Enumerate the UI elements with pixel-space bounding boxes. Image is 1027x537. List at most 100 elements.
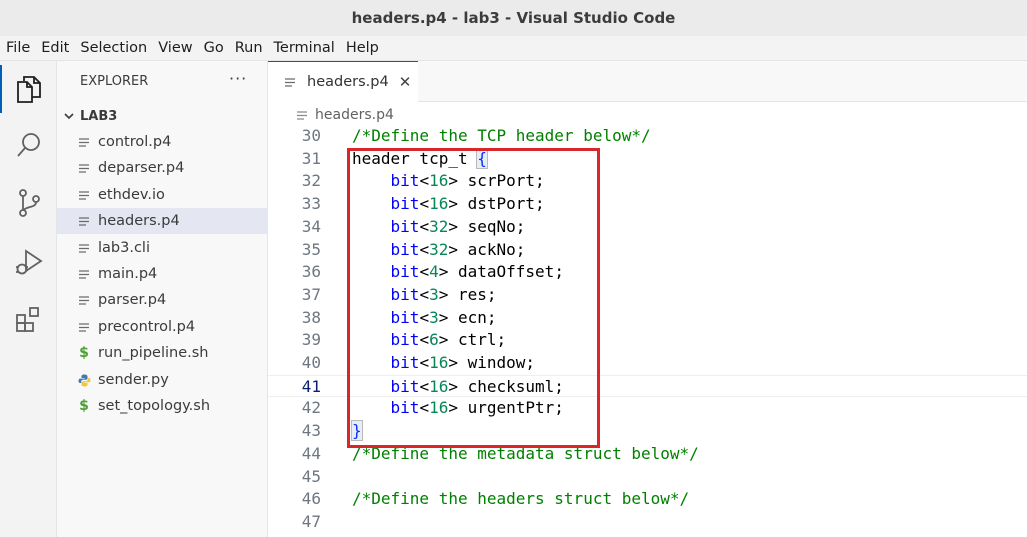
code-line[interactable]: 39 bit<6> ctrl; [268,329,1027,352]
code-token: 16 [429,376,449,396]
python-icon [77,367,91,393]
code-token: bit [390,216,420,236]
code-line[interactable]: 30 /*Define the TCP header below*/ [268,125,1027,148]
source-control-icon[interactable] [0,175,57,231]
tab-label: headers.p4 [307,74,389,90]
file-name: deparser.p4 [98,160,185,176]
file-name: lab3.cli [98,240,150,256]
code-line[interactable]: 41 bit<16> checksuml; [268,374,1027,398]
file-item-lab3-cli[interactable]: lab3.cli [57,235,268,261]
file-item-deparser[interactable]: deparser.p4 [57,155,268,181]
code-line[interactable]: 31 header tcp_t { [268,147,1027,171]
code-token: 16 [429,194,449,214]
code-token: { [476,147,488,169]
menu-help[interactable]: Help [340,40,384,56]
activity-bar [0,61,57,537]
file-name: headers.p4 [98,213,180,229]
code-line[interactable]: 44 /*Define the metadata struct below*/ [268,443,1027,466]
code-token: > seqNo; [448,216,526,236]
breadcrumb-file[interactable]: headers.p4 [315,107,394,123]
explorer-sidebar: EXPLORER ··· LAB3 control.p4 deparser.p4… [57,61,268,537]
file-item-control[interactable]: control.p4 [57,129,268,155]
file-item-sender[interactable]: sender.py [57,367,268,393]
file-name: control.p4 [98,134,172,150]
more-actions-icon[interactable]: ··· [229,69,247,88]
code-line[interactable]: 47 [268,511,1027,534]
line-number: 33 [301,194,321,214]
menu-selection[interactable]: Selection [74,40,152,56]
file-item-set-topology[interactable]: $ set_topology.sh [57,393,268,419]
file-item-run-pipeline[interactable]: $ run_pipeline.sh [57,340,268,366]
line-number: 47 [301,511,321,531]
code-line[interactable]: 32 bit<16> scrPort; [268,170,1027,193]
code-token: 16 [429,171,449,191]
menu-run[interactable]: Run [229,40,268,56]
file-lines-icon [297,110,309,120]
files-icon[interactable] [0,61,57,117]
run-debug-icon[interactable] [0,234,57,290]
code-line[interactable]: 42 bit<16> urgentPtr; [268,397,1027,420]
file-name: main.p4 [98,266,158,282]
code-token: 4 [429,262,439,282]
code-token: > window; [448,353,536,372]
code-token: < [419,194,430,214]
file-item-main[interactable]: main.p4 [57,261,268,287]
code-token: > dstPort; [448,194,545,214]
file-item-parser[interactable]: parser.p4 [57,287,268,313]
code-token: bit [390,398,420,418]
file-item-precontrol[interactable]: precontrol.p4 [57,314,268,340]
code-line[interactable]: 33 bit<16> dstPort; [268,193,1027,216]
folder-label: LAB3 [80,108,118,124]
code-token: bit [390,194,420,214]
line-number: 34 [301,216,321,236]
code-line[interactable]: 36 bit<4> dataOffset; [268,261,1027,284]
code-line[interactable]: 43} [268,420,1027,443]
menu-edit[interactable]: Edit [35,40,74,56]
file-lines-icon [77,129,91,155]
code-line[interactable]: 46 /*Define the headers struct below*/ [268,488,1027,511]
search-icon[interactable] [0,117,57,173]
menu-file[interactable]: File [0,40,35,56]
close-icon[interactable]: ✕ [399,73,412,91]
code-token: 32 [429,216,449,236]
menu-terminal[interactable]: Terminal [268,40,340,56]
code-text: bit<3> res; [352,284,497,307]
code-token: bit [390,376,420,396]
file-lines-icon [77,261,91,287]
file-item-headers[interactable]: headers.p4 [57,208,268,234]
code-token: < [419,376,430,396]
code-token: bit [390,262,420,282]
code-line[interactable]: 35 bit<32> ackNo; [268,239,1027,262]
file-name: set_topology.sh [98,398,211,414]
code-token: /*Define the metadata struct below*/ [352,443,699,463]
window-title: headers.p4 - lab3 - Visual Studio Code [351,9,676,27]
code-line[interactable]: 34 bit<32> seqNo; [268,216,1027,239]
menu-view[interactable]: View [152,40,197,56]
code-token: bit [390,171,420,191]
extensions-icon[interactable] [0,292,57,348]
code-text: /*Define the TCP header below*/ [352,125,651,148]
breadcrumb: headers.p4 [268,103,1027,127]
menu-go[interactable]: Go [198,40,229,56]
code-line[interactable]: 40 bit<16> window; [268,352,1027,375]
line-number: 35 [301,239,321,259]
code-line[interactable]: 38 bit<3> ecn; [268,307,1027,330]
code-line[interactable]: 45 [268,466,1027,489]
code-token: /*Define the headers struct below*/ [352,489,690,509]
line-number: 39 [301,330,321,350]
code-token: /*Define the TCP header below*/ [352,126,651,145]
code-line[interactable]: 37 bit<3> res; [268,284,1027,307]
code-text: /*Define the metadata struct below*/ [352,443,699,466]
line-number: 46 [301,489,321,509]
code-token: < [419,216,430,236]
folder-lab3[interactable]: LAB3 [57,105,268,127]
code-token: > ctrl; [438,330,507,350]
code-editor[interactable]: 30 /*Define the TCP header below*/ 31 heade… [268,125,1027,537]
tab-headers-p4[interactable]: headers.p4 ✕ [268,61,418,102]
code-text: bit<4> dataOffset; [352,261,564,284]
code-token: 16 [429,398,449,418]
code-token: bit [390,307,420,327]
file-item-ethdev[interactable]: ethdev.io [57,182,268,208]
